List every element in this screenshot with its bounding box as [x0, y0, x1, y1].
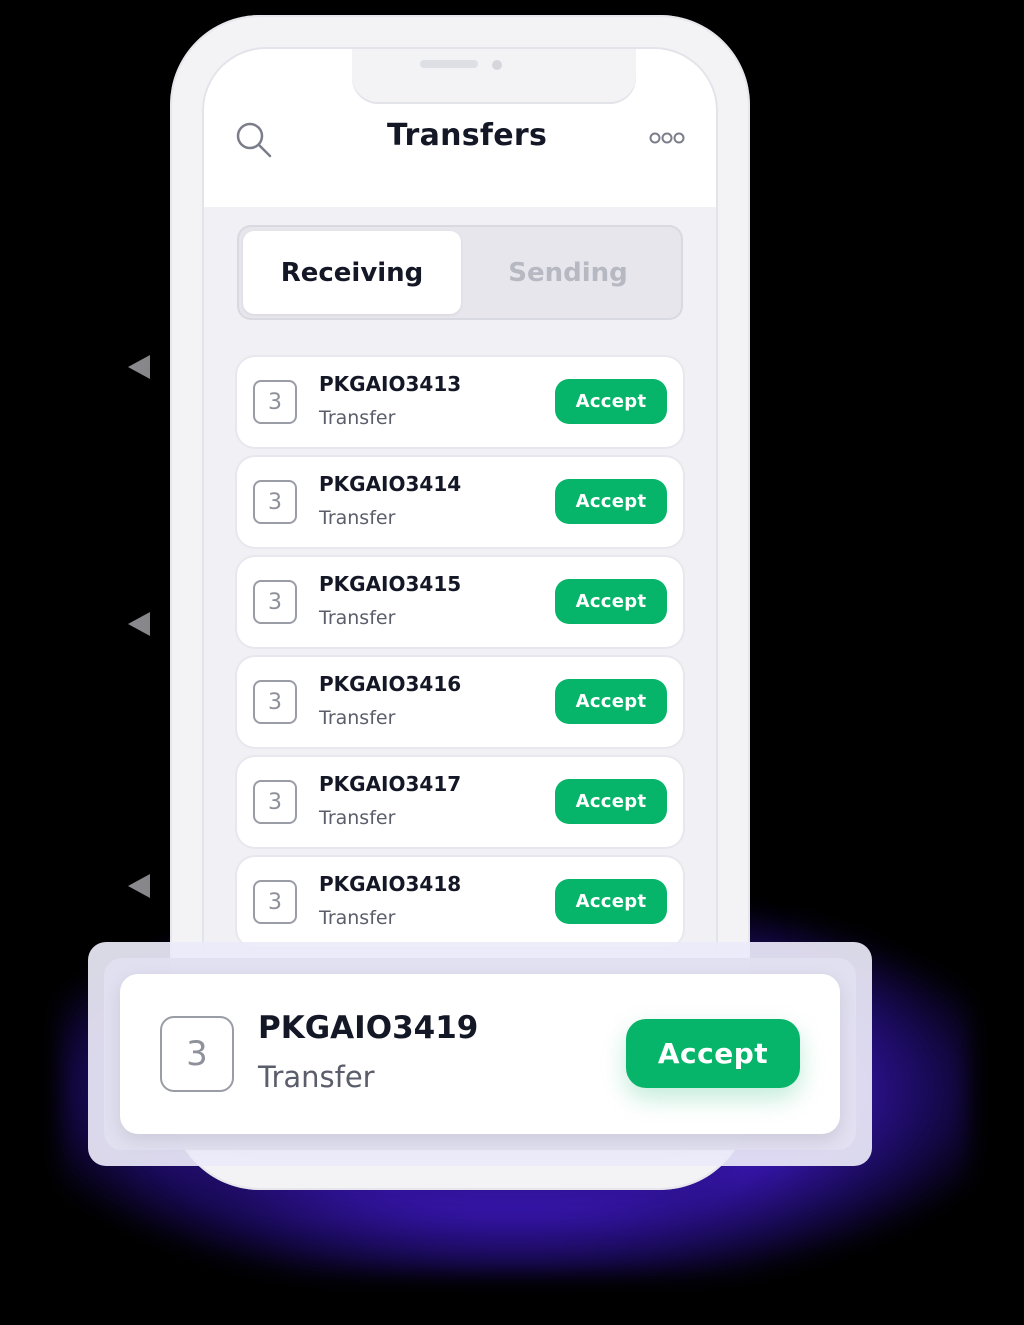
list-item: 3 PKGAIO3414 Transfer Accept	[237, 457, 683, 547]
quantity-badge: 3	[253, 580, 297, 624]
accept-button[interactable]: Accept	[555, 379, 667, 424]
tab-sending[interactable]: Sending	[459, 231, 677, 314]
quantity-badge: 3	[253, 680, 297, 724]
tab-receiving[interactable]: Receiving	[243, 231, 461, 314]
quantity-badge: 3	[253, 780, 297, 824]
search-icon[interactable]	[235, 121, 273, 159]
speaker-grille	[420, 60, 478, 68]
transfer-type: Transfer	[319, 807, 396, 829]
list-item: 3 PKGAIO3416 Transfer Accept	[237, 657, 683, 747]
accept-button[interactable]: Accept	[555, 779, 667, 824]
transfer-type: Transfer	[319, 907, 396, 929]
left-arrow-decoration	[128, 355, 150, 379]
transfer-type: Transfer	[319, 707, 396, 729]
accept-button[interactable]: Accept	[555, 879, 667, 924]
list-item: 3 PKGAIO3417 Transfer Accept	[237, 757, 683, 847]
accept-button[interactable]: Accept	[555, 679, 667, 724]
accept-button[interactable]: Accept	[626, 1019, 800, 1088]
transfer-type: Transfer	[319, 507, 396, 529]
accept-button[interactable]: Accept	[555, 579, 667, 624]
package-id: PKGAIO3415	[319, 572, 462, 596]
list-item: 3 PKGAIO3413 Transfer Accept	[237, 357, 683, 447]
package-id: PKGAIO3414	[319, 472, 462, 496]
quantity-badge: 3	[253, 380, 297, 424]
transfer-type: Transfer	[319, 607, 396, 629]
quantity-badge: 3	[160, 1016, 234, 1092]
transfer-type: Transfer	[319, 407, 396, 429]
stage: Transfers Receiving Sending 3 PKGAIO3413…	[0, 0, 1024, 1325]
list-item: 3 PKGAIO3418 Transfer Accept	[237, 857, 683, 947]
list-item: 3 PKGAIO3415 Transfer Accept	[237, 557, 683, 647]
transfer-direction-toggle: Receiving Sending	[237, 225, 683, 320]
quantity-badge: 3	[253, 480, 297, 524]
accept-button[interactable]: Accept	[555, 479, 667, 524]
page-title: Transfers	[387, 118, 548, 153]
front-camera	[492, 60, 502, 70]
more-icon[interactable]	[649, 128, 689, 148]
package-id: PKGAIO3419	[258, 1010, 479, 1046]
transfer-type: Transfer	[258, 1060, 375, 1094]
left-arrow-decoration	[128, 874, 150, 898]
quantity-badge: 3	[253, 880, 297, 924]
package-id: PKGAIO3417	[319, 772, 462, 796]
phone-notch	[352, 49, 636, 104]
package-id: PKGAIO3416	[319, 672, 462, 696]
highlighted-transfer-card: 3 PKGAIO3419 Transfer Accept	[120, 974, 840, 1134]
package-id: PKGAIO3418	[319, 872, 462, 896]
package-id: PKGAIO3413	[319, 372, 462, 396]
left-arrow-decoration	[128, 612, 150, 636]
